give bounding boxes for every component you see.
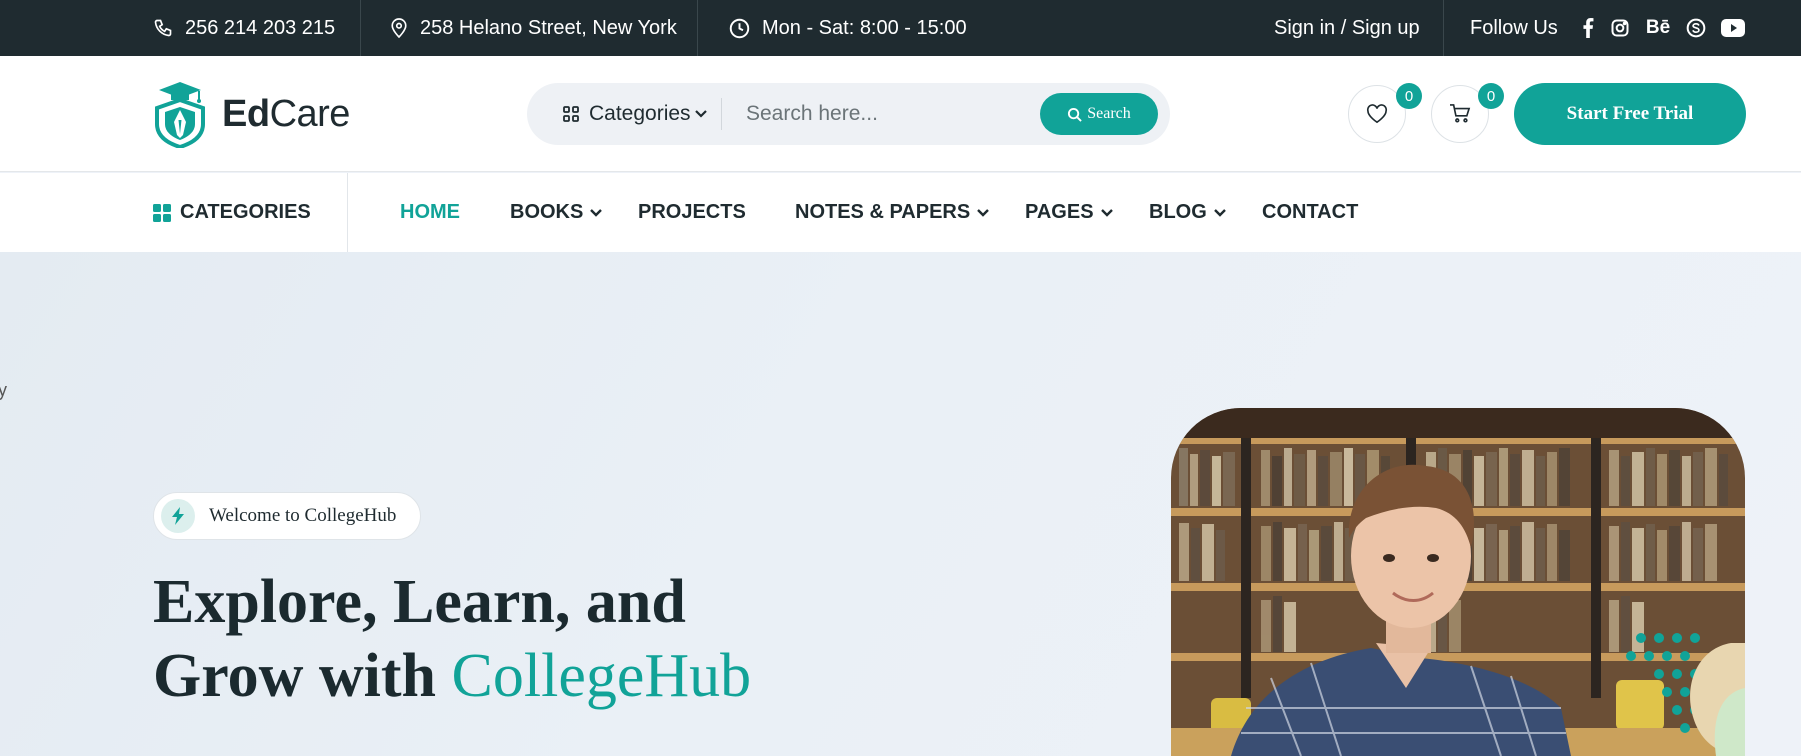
search-icon [1068,107,1082,122]
stray-text: y [0,380,7,400]
topbar-divider [360,0,361,56]
logo-care: Care [269,93,351,135]
phone-icon [154,19,172,37]
hero-heading-line1: Explore, Learn, and [153,568,686,636]
nav-home-label: HOME [400,201,460,223]
instagram-icon[interactable] [1606,14,1634,42]
categories-menu-label: CATEGORIES [180,201,311,223]
hero-heading-prefix: Grow with [153,642,452,710]
nav-divider [347,173,348,252]
wishlist-count-badge: 0 [1396,83,1422,109]
nav-contact[interactable]: CONTACT [1262,173,1358,252]
cart-icon [1450,104,1471,123]
follow-us-text: Follow Us [1470,16,1558,39]
hours-info: Mon - Sat: 8:00 - 15:00 [729,0,967,56]
hero-student-photo [1171,408,1745,756]
categories-menu[interactable]: CATEGORIES [153,173,311,252]
behance-glyph: Bē [1645,17,1671,38]
hours-text: Mon - Sat: 8:00 - 15:00 [762,16,967,39]
hero-heading-line2: Grow with CollegeHub [153,639,913,713]
clock-icon [729,18,750,38]
address-text: 258 Helano Street, New York [420,16,677,39]
skype-icon[interactable] [1682,14,1710,42]
youtube-icon[interactable] [1719,14,1747,42]
grid-icon [563,106,579,122]
search-button[interactable]: Search [1040,93,1158,135]
cart-count-badge: 0 [1478,83,1504,109]
nav-pages-label: PAGES [1025,201,1094,223]
logo-icon[interactable] [153,80,207,153]
grid-icon [153,203,171,222]
hero-heading-accent: CollegeHub [451,642,752,710]
phone-number: 256 214 203 215 [185,16,336,39]
chevron-down-icon [977,208,990,217]
search-button-label: Search [1087,105,1131,122]
start-free-trial-button[interactable]: Start Free Trial [1514,83,1746,145]
nav-notes-papers[interactable]: NOTES & PAPERS [795,173,990,252]
nav-pages[interactable]: PAGES [1025,173,1114,252]
chevron-down-icon [694,110,707,118]
nav-projects[interactable]: PROJECTS [638,173,746,252]
search-divider [721,98,722,130]
categories-dropdown[interactable]: Categories [563,83,708,145]
nav-notes-papers-label: NOTES & PAPERS [795,201,971,223]
behance-icon[interactable]: Bē [1643,14,1673,42]
nav-blog[interactable]: BLOG [1149,173,1227,252]
heart-icon [1366,104,1388,124]
address-link[interactable]: 258 Helano Street, New York [390,0,677,56]
top-bar: 256 214 203 215 258 Helano Street, New Y… [0,0,1801,56]
chevron-down-icon [1213,208,1226,217]
sign-in-link[interactable]: Sign in / Sign up [1274,0,1420,56]
nav-blog-label: BLOG [1149,201,1207,223]
chevron-down-icon [1100,208,1113,217]
follow-us-label: Follow Us [1470,0,1558,56]
logo-wordmark[interactable]: EdCare [222,91,350,137]
hero-heading: Explore, Learn, and Grow with CollegeHub [153,565,913,713]
nav-contact-label: CONTACT [1262,201,1359,223]
logo-ed: Ed [222,93,270,135]
welcome-text: Welcome to CollegeHub [209,505,397,526]
facebook-icon[interactable] [1574,14,1602,42]
nav-home[interactable]: HOME [400,173,460,252]
nav-books[interactable]: BOOKS [510,173,603,252]
phone-link[interactable]: 256 214 203 215 [153,0,335,56]
welcome-badge: Welcome to CollegeHub [153,492,421,540]
location-pin-icon [391,18,407,39]
sign-in-label: Sign in / Sign up [1274,16,1420,39]
chevron-down-icon [590,208,603,217]
search-input[interactable] [746,92,1026,136]
nav-projects-label: PROJECTS [638,201,746,223]
topbar-divider [697,0,698,56]
lightning-icon [161,499,195,533]
categories-dropdown-label: Categories [589,102,691,125]
topbar-divider [1443,0,1444,56]
nav-books-label: BOOKS [510,201,584,223]
